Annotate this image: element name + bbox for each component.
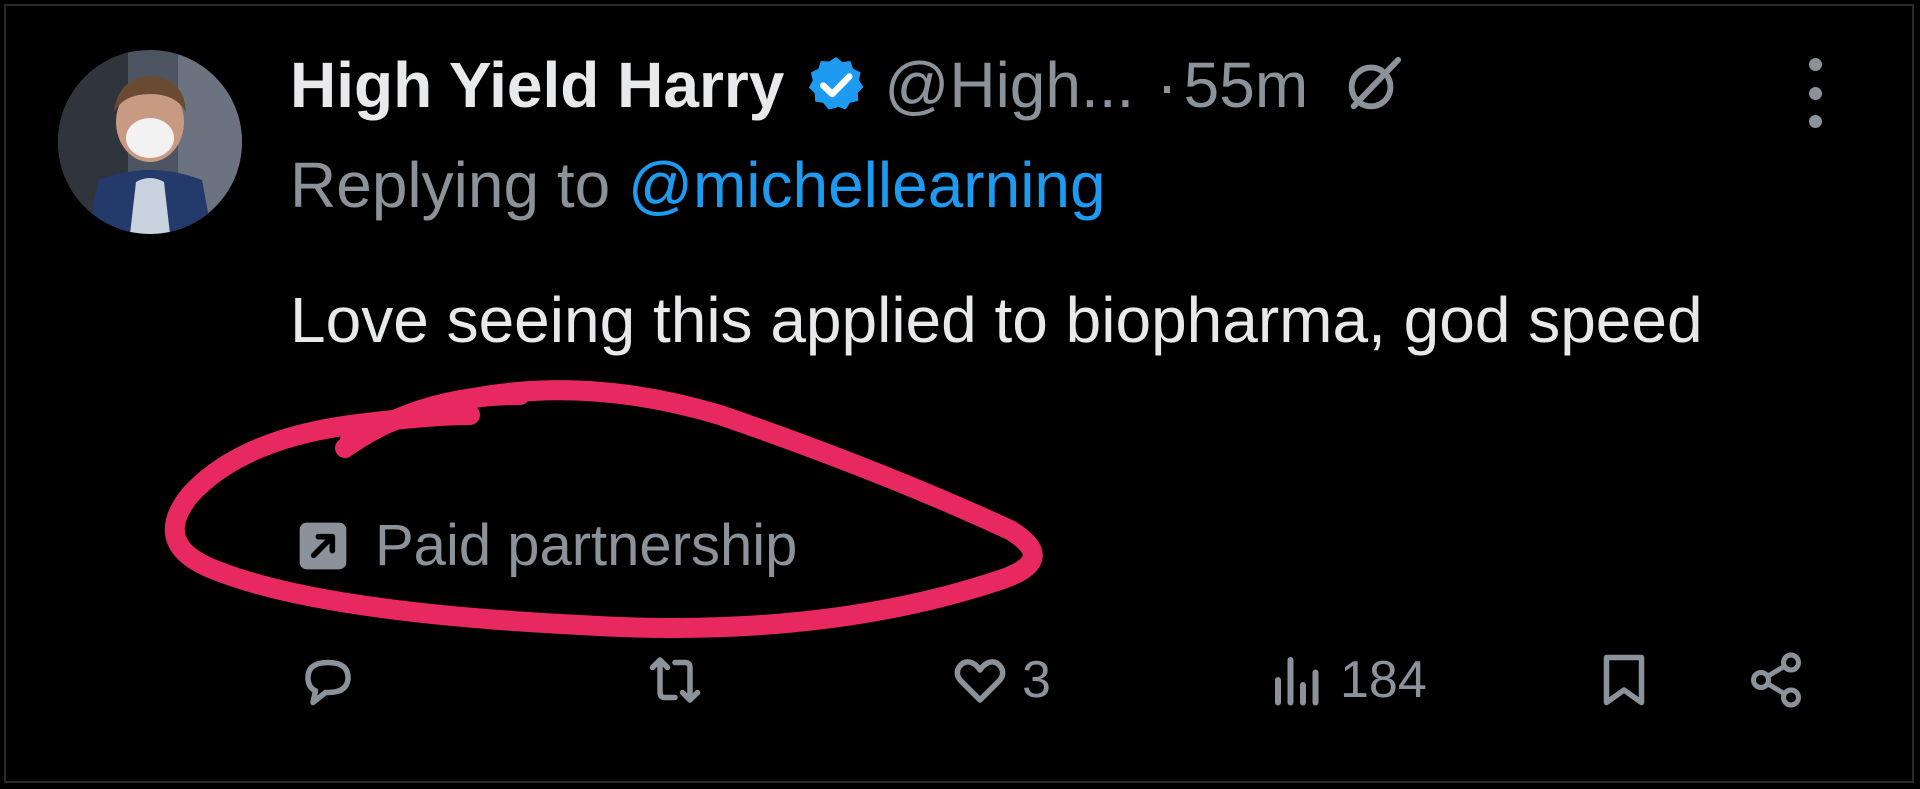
grok-icon[interactable] bbox=[1342, 54, 1404, 116]
retweet-icon bbox=[649, 657, 701, 703]
views-icon bbox=[1275, 657, 1319, 706]
verified-badge-icon bbox=[809, 57, 864, 110]
reply-button[interactable] bbox=[298, 640, 358, 720]
more-icon[interactable] bbox=[1800, 58, 1830, 128]
paid-partnership-icon bbox=[299, 522, 347, 569]
timestamp[interactable]: 55m bbox=[1184, 48, 1309, 122]
bookmark-icon bbox=[1603, 654, 1645, 706]
author-name[interactable]: High Yield Harry bbox=[290, 48, 784, 122]
view-count: 184 bbox=[1340, 651, 1427, 709]
tweet-text: Love seeing this applied to biopharma, g… bbox=[290, 284, 1703, 356]
paid-partnership-text: Paid partnership bbox=[375, 513, 798, 578]
author-handle[interactable]: @High... bbox=[884, 48, 1134, 122]
views-button[interactable]: 184 bbox=[1268, 640, 1427, 720]
heart-icon bbox=[954, 659, 1006, 703]
tweet-header: High Yield Harry @High... · 55m bbox=[290, 40, 1404, 130]
avatar-image bbox=[58, 50, 242, 234]
like-count: 3 bbox=[1022, 651, 1051, 709]
share-icon bbox=[1751, 652, 1801, 708]
bookmark-button[interactable] bbox=[1594, 640, 1654, 720]
reply-icon bbox=[305, 659, 351, 706]
share-button[interactable] bbox=[1746, 640, 1806, 720]
replying-to-line: Replying to @michellearning bbox=[290, 148, 1106, 222]
separator-dot: · bbox=[1156, 49, 1178, 121]
avatar[interactable] bbox=[58, 50, 242, 234]
paid-partnership-label[interactable]: Paid partnership bbox=[295, 512, 797, 579]
like-button[interactable]: 3 bbox=[950, 640, 1051, 720]
action-bar: 3 184 bbox=[0, 640, 1920, 720]
replying-prefix: Replying to bbox=[290, 149, 611, 221]
retweet-button[interactable] bbox=[645, 640, 705, 720]
reply-mention-link[interactable]: @michellearning bbox=[628, 149, 1106, 221]
